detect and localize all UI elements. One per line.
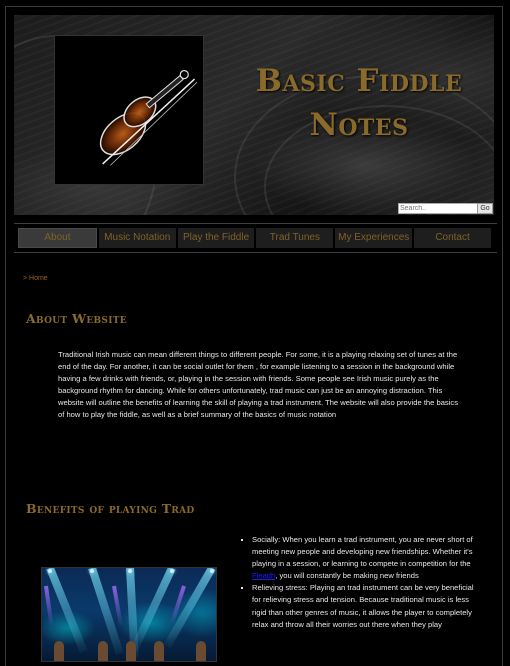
stage-light	[170, 569, 174, 573]
benefit-text: Relieving stress: Playing an trad instru…	[252, 583, 474, 629]
site-title-line-2: Notes	[309, 107, 409, 143]
nav-item-contact[interactable]: Contact	[414, 228, 491, 248]
stage-light	[210, 569, 214, 573]
benefits-heading: Benefits of playing Trad	[26, 501, 195, 516]
nav-item-trad-tunes[interactable]: Trad Tunes	[256, 228, 334, 248]
nav-item-music-notation[interactable]: Music Notation	[98, 228, 176, 248]
stage-light	[90, 569, 94, 573]
nav-item-my-experiences[interactable]: My Experiences	[335, 228, 413, 248]
benefit-item-relieving-stress: Relieving stress: Playing an trad instru…	[252, 582, 482, 630]
stage-light-beam	[112, 585, 123, 626]
performer	[126, 641, 136, 661]
about-heading: About Website	[26, 311, 127, 326]
benefit-item-socially: Socially: When you learn a trad instrume…	[252, 534, 482, 582]
site-header: Basic Fiddle Notes Go	[14, 15, 494, 215]
stage-light-beam	[163, 568, 216, 648]
site-logo[interactable]	[54, 35, 204, 185]
main-nav: About Music Notation Play the Fiddle Tra…	[18, 228, 491, 248]
concert-stage-photo	[41, 567, 217, 662]
search-input[interactable]	[398, 203, 479, 214]
about-paragraph: Traditional Irish music can mean differe…	[58, 350, 459, 419]
benefit-text: , you will constantly be making new frie…	[275, 571, 419, 581]
stage-light-beam	[44, 585, 54, 626]
performer	[196, 641, 206, 661]
performer	[98, 641, 108, 661]
search-go-button[interactable]: Go	[477, 203, 493, 214]
nav-item-play-the-fiddle[interactable]: Play the Fiddle	[177, 228, 255, 248]
stage-light	[48, 569, 52, 573]
benefit-text: Socially: When you learn a trad instrume…	[252, 535, 473, 569]
site-title-line-1: Basic Fiddle	[255, 63, 463, 99]
performer	[54, 641, 64, 661]
performer	[154, 641, 164, 661]
benefits-list: Socially: When you learn a trad instrume…	[241, 534, 482, 631]
fleadh-link[interactable]: Fleadh	[252, 571, 275, 580]
breadcrumb-home[interactable]: > Home	[23, 275, 48, 282]
stage-light-beam	[46, 568, 88, 653]
nav-top-divider	[14, 223, 497, 224]
nav-bottom-divider	[14, 252, 497, 253]
nav-item-about[interactable]: About	[18, 228, 97, 248]
site-title[interactable]: Basic Fiddle Notes	[224, 59, 494, 147]
stage-light	[128, 569, 132, 573]
violin-and-bow-icon	[99, 69, 198, 166]
